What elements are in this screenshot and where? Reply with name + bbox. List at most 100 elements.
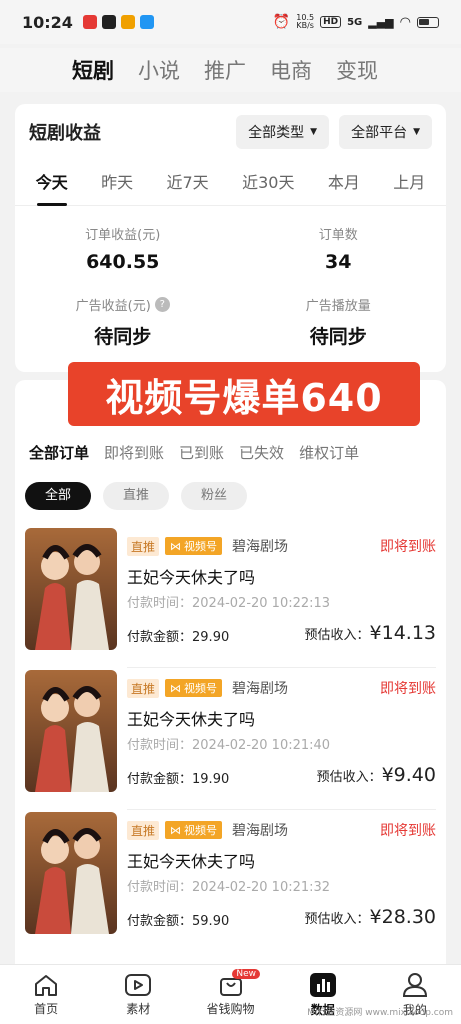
order-item[interactable]: 直推 ⋈ 视频号 碧海剧场 即将到账 王妃今天休夫了吗 付款时间：2024-02… [25,528,436,668]
stat-label: 广告收益(元) [75,299,151,314]
type-filter-dropdown[interactable]: 全部类型 ▼ [236,115,330,149]
battery-icon [417,16,439,28]
est-income-value: ¥9.40 [381,764,436,786]
stat-label: 广告播放量 [305,299,371,314]
app-notification-icon [101,15,116,29]
help-icon[interactable]: ? [154,297,170,312]
pay-amount-label: 付款金额： [127,772,193,787]
drama-poster [25,670,117,792]
direct-tag: 直推 [127,820,160,840]
app-notification-icon [120,15,135,29]
nav-label: 首页 [34,1001,59,1016]
period-tabs: 今天 昨天 近7天 近30天 本月 上月 [15,160,446,206]
nav-materials[interactable]: 素材 [92,965,184,1024]
pay-amount-value: 19.90 [192,772,230,787]
stat-order-revenue: 订单收益(元) 640.55 [15,224,231,273]
drama-poster [25,528,117,650]
platform-filter-label: 全部平台 [351,125,408,141]
order-tab-dispute[interactable]: 维权订单 [299,442,359,463]
nav-shopping[interactable]: New 省钱购物 [184,965,276,1024]
tab-tuiguang[interactable]: 推广 [204,55,246,85]
period-tab-7days[interactable]: 近7天 [167,160,209,206]
chip-direct[interactable]: 直推 [103,482,170,510]
bottom-nav: 首页 素材 New 省钱购物 数据 我的 Mi行业资源网 www.mixiaod… [0,964,461,1024]
tab-bianxian[interactable]: 变现 [336,55,378,85]
est-income: 预估收入：¥28.30 [305,906,437,928]
period-tab-last-month[interactable]: 上月 [393,160,425,206]
drama-title: 王妃今天休夫了吗 [127,568,256,587]
top-tabs: 短剧 小说 推广 电商 变现 [0,48,461,92]
card-header: 短剧收益 全部类型 ▼ 全部平台 ▼ [15,104,446,160]
order-tab-expired[interactable]: 已失效 [239,442,284,463]
app-notification-icon [139,15,154,29]
channel-tag: ⋈ 视频号 [165,679,223,697]
stat-value: 640.55 [86,251,160,273]
order-item[interactable]: 直推 ⋈ 视频号 碧海剧场 即将到账 王妃今天休夫了吗 付款时间：2024-02… [25,812,436,940]
est-income-value: ¥14.13 [369,622,436,644]
channels-icon: ⋈ [170,681,182,695]
pay-amount-value: 29.90 [192,630,230,645]
stat-value: 待同步 [94,326,152,348]
play-icon [125,973,152,996]
est-income: 预估收入：¥9.40 [317,764,436,786]
order-tabs: 全部订单 即将到账 已到账 已失效 维权订单 [29,442,359,463]
caret-down-icon: ▼ [413,127,420,137]
pay-time: 付款时间：2024-02-20 10:22:13 [127,596,331,611]
promo-banner: 视频号爆单640 [68,362,420,426]
period-tab-30days[interactable]: 近30天 [242,160,294,206]
period-tab-this-month[interactable]: 本月 [328,160,360,206]
alarm-icon: ⏰ [272,14,291,30]
order-tab-all[interactable]: 全部订单 [29,442,89,463]
drama-title: 王妃今天休夫了吗 [127,710,256,729]
order-status: 即将到账 [380,539,436,555]
period-tab-today[interactable]: 今天 [36,160,68,206]
order-tags: 直推 ⋈ 视频号 碧海剧场 [127,536,288,556]
theatre-name: 碧海剧场 [232,823,289,839]
app-notification-icon [82,15,97,29]
pay-time: 付款时间：2024-02-20 10:21:32 [127,880,331,895]
channel-tag: ⋈ 视频号 [165,537,223,555]
order-tab-pending[interactable]: 即将到账 [104,442,164,463]
stat-ad-plays: 广告播放量 待同步 [231,295,447,349]
home-icon [35,974,58,996]
chip-fans[interactable]: 粉丝 [181,482,248,510]
tab-dianshang[interactable]: 电商 [270,55,312,85]
platform-filter-dropdown[interactable]: 全部平台 ▼ [339,115,432,149]
order-status: 即将到账 [380,823,436,839]
status-app-icons [82,15,154,29]
user-icon [402,972,427,997]
tab-duanju[interactable]: 短剧 [72,55,114,85]
caret-down-icon: ▼ [310,127,318,137]
chip-all[interactable]: 全部 [25,482,92,510]
order-item[interactable]: 直推 ⋈ 视频号 碧海剧场 即将到账 王妃今天休夫了吗 付款时间：2024-02… [25,670,436,810]
stat-value: 待同步 [309,326,367,348]
direct-tag: 直推 [127,678,160,698]
est-income-value: ¥28.30 [369,906,436,928]
type-filter-label: 全部类型 [248,125,305,141]
earnings-summary-card: 短剧收益 全部类型 ▼ 全部平台 ▼ 今天 昨天 近7天 近30天 本月 上月 … [15,104,446,372]
order-status: 即将到账 [380,681,436,697]
stat-ad-revenue: 广告收益(元) ? 待同步 [15,295,231,349]
period-tab-yesterday[interactable]: 昨天 [101,160,133,206]
theatre-name: 碧海剧场 [232,681,289,697]
nav-home[interactable]: 首页 [0,965,92,1024]
nav-label: 省钱购物 [206,1001,255,1016]
stat-label: 订单收益(元) [85,228,161,243]
stat-label-row: 广告收益(元) ? [15,295,231,314]
hd-badge: HD [320,16,342,28]
pay-amount-value: 59.90 [192,914,230,929]
order-tab-settled[interactable]: 已到账 [179,442,224,463]
pay-amount: 付款金额：19.90 [127,768,229,787]
stats-grid: 订单收益(元) 640.55 订单数 34 广告收益(元) ? 待同步 广告播放… [15,206,446,349]
status-indicators: ⏰ 10.5 KB/s HD 5G ▂▄▆ ◠ [273,14,439,30]
tab-xiaoshuo[interactable]: 小说 [138,55,180,85]
divider [127,667,436,668]
pay-amount-label: 付款金额： [127,914,193,929]
drama-title: 王妃今天休夫了吗 [127,852,256,871]
status-bar: 10:24 ⏰ 10.5 KB/s HD 5G ▂▄▆ ◠ [0,0,461,44]
filter-chips: 全部 直推 粉丝 [25,482,248,510]
channel-label: 视频号 [184,682,218,695]
watermark: Mi行业资源网 www.mixiaodp.com [307,1008,453,1018]
nav-label: 素材 [126,1001,151,1016]
est-income-label: 预估收入： [316,770,382,785]
